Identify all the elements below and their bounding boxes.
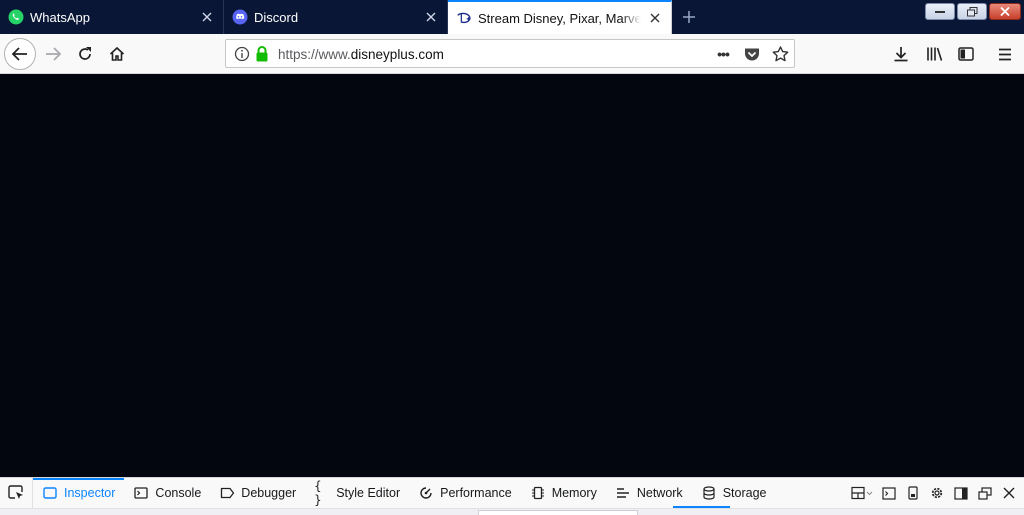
- back-button[interactable]: [4, 38, 36, 70]
- console-icon: [133, 485, 149, 501]
- debugger-icon: [219, 485, 235, 501]
- tab-strip: WhatsApp Discord Stream Disney, Pixar, M…: [0, 0, 1024, 34]
- devtools-tab-storage[interactable]: Storage: [692, 478, 776, 508]
- close-icon: [1000, 7, 1010, 16]
- devtools-tab-label: Style Editor: [336, 486, 401, 500]
- info-icon[interactable]: [234, 46, 250, 62]
- split-console-icon[interactable]: [880, 484, 898, 502]
- close-icon[interactable]: [199, 9, 215, 25]
- sidebar-button[interactable]: [951, 39, 981, 69]
- devtools-tab-label: Memory: [551, 486, 597, 500]
- new-tab-button[interactable]: [672, 0, 706, 34]
- arrow-left-icon: [12, 47, 28, 61]
- restore-icon: [966, 6, 978, 17]
- pocket-icon[interactable]: [741, 44, 763, 64]
- devtools-tab-debugger[interactable]: Debugger: [210, 478, 305, 508]
- performance-icon: [418, 485, 434, 501]
- url-prefix: https://www.: [278, 47, 351, 62]
- library-icon: [926, 46, 943, 62]
- devtools-tab-performance[interactable]: Performance: [409, 478, 521, 508]
- minimize-button[interactable]: [925, 3, 955, 20]
- element-picker-icon: [8, 485, 24, 501]
- arrow-right-icon: [45, 47, 61, 61]
- devtools-tab-network[interactable]: Network: [606, 478, 692, 508]
- forward-button[interactable]: [38, 39, 68, 69]
- devtools-tab-label: Network: [636, 486, 683, 500]
- devtools-search-box[interactable]: [478, 510, 638, 515]
- disney-icon: [456, 10, 472, 26]
- tab-disneyplus[interactable]: Stream Disney, Pixar, Marvel, Star Wars: [448, 0, 672, 34]
- close-devtools-icon[interactable]: [1000, 484, 1018, 502]
- reload-icon: [77, 46, 93, 62]
- bookmark-star-icon[interactable]: [769, 44, 791, 64]
- devtools-tabs: Inspector Console Debugger { } Style Edi…: [0, 478, 775, 508]
- devtools-tab-label: Inspector: [64, 486, 116, 500]
- download-icon: [893, 46, 909, 62]
- responsive-design-icon[interactable]: [904, 484, 922, 502]
- downloads-button[interactable]: [886, 39, 916, 69]
- style-editor-icon: { }: [314, 479, 322, 507]
- close-window-button[interactable]: [989, 3, 1021, 20]
- address-bar[interactable]: https://www.disneyplus.com •••: [225, 39, 795, 68]
- library-button[interactable]: [919, 39, 949, 69]
- whatsapp-icon: [8, 9, 24, 25]
- devtools-tab-inspector[interactable]: Inspector: [33, 478, 125, 508]
- close-icon[interactable]: [423, 9, 439, 25]
- sidebar-icon: [958, 47, 974, 61]
- gear-icon[interactable]: [928, 484, 946, 502]
- devtools-toolbar: Inspector Console Debugger { } Style Edi…: [0, 477, 1024, 515]
- menu-button[interactable]: [990, 39, 1020, 69]
- tab-title: WhatsApp: [30, 9, 90, 25]
- memory-icon: [530, 485, 546, 501]
- separate-window-icon[interactable]: [976, 484, 994, 502]
- reload-button[interactable]: [70, 39, 100, 69]
- tab-whatsapp[interactable]: WhatsApp: [0, 0, 224, 34]
- url-domain: disneyplus.com: [350, 47, 444, 62]
- plus-icon: [682, 10, 696, 24]
- devtools-tab-console[interactable]: Console: [124, 478, 210, 508]
- inspector-icon: [42, 485, 58, 501]
- tab-title: Stream Disney, Pixar, Marvel, Star Wars: [478, 10, 641, 26]
- storage-icon: [701, 485, 717, 501]
- close-icon[interactable]: [647, 10, 663, 26]
- hamburger-menu-icon: [998, 48, 1012, 61]
- devtools-toolbox-buttons: [850, 484, 1018, 502]
- element-picker-button[interactable]: [0, 478, 33, 508]
- devtools-tab-label: Performance: [440, 486, 512, 500]
- tab-title: Discord: [254, 9, 299, 25]
- devtools-tab-memory[interactable]: Memory: [521, 478, 606, 508]
- devtools-tab-style-editor[interactable]: { } Style Editor: [305, 478, 409, 508]
- home-button[interactable]: [102, 39, 132, 69]
- minimize-icon: [935, 10, 945, 14]
- page-content[interactable]: [0, 74, 1024, 477]
- devtools-tab-label: Debugger: [241, 486, 297, 500]
- frame-selector-icon[interactable]: [850, 484, 874, 502]
- page-actions-button[interactable]: •••: [712, 44, 734, 64]
- dock-side-icon[interactable]: [952, 484, 970, 502]
- url-text[interactable]: https://www.disneyplus.com: [278, 47, 444, 62]
- navigation-toolbar: https://www.disneyplus.com •••: [0, 34, 1024, 74]
- lock-icon[interactable]: [254, 45, 270, 62]
- tab-discord[interactable]: Discord: [224, 0, 448, 34]
- devtools-tab-label: Console: [155, 486, 202, 500]
- discord-icon: [232, 9, 248, 25]
- restore-button[interactable]: [957, 3, 987, 20]
- devtools-tab-label: Storage: [722, 486, 767, 500]
- home-icon: [109, 46, 125, 62]
- network-icon: [615, 485, 631, 501]
